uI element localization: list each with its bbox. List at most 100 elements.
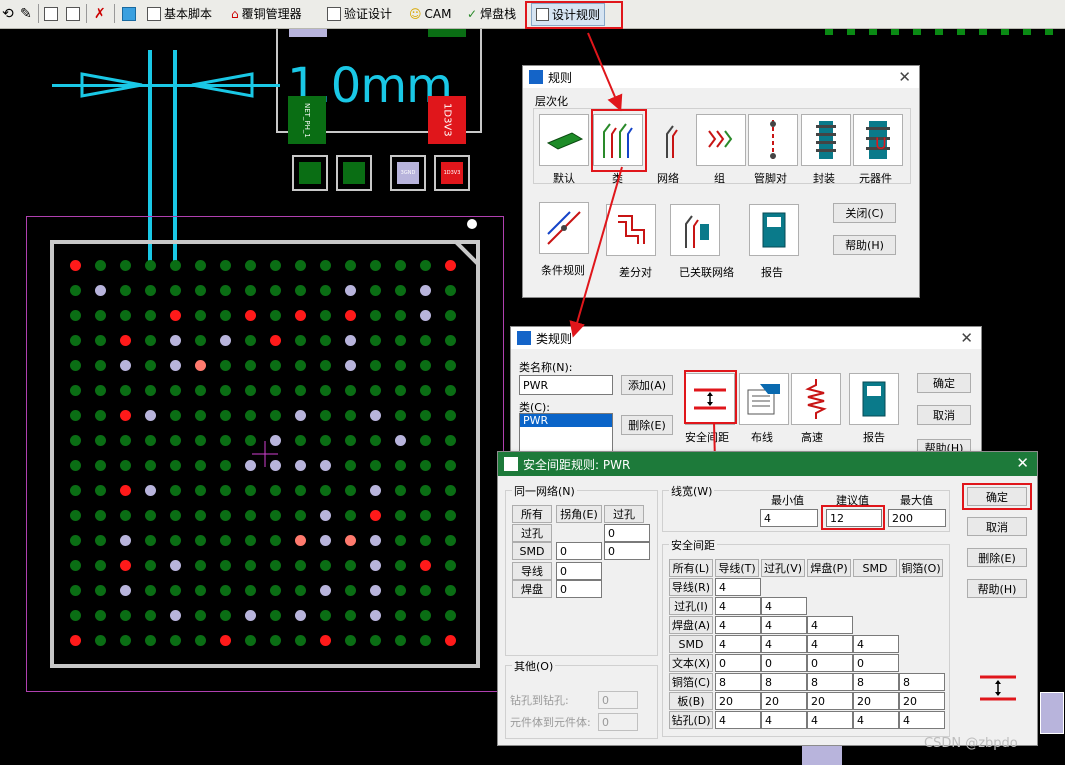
diff-pair-icon[interactable] (606, 204, 656, 256)
close-button[interactable]: 关闭(C) (833, 203, 896, 223)
clearance-row-header[interactable]: 铜箔(C) (669, 673, 713, 691)
clearance-cell[interactable]: 8 (899, 673, 945, 691)
max-width-input[interactable]: 200 (888, 509, 946, 527)
class-list-item[interactable]: PWR (520, 414, 612, 427)
pad-stack-button[interactable]: ✓ 焊盘栈 (467, 3, 516, 24)
pour-manager-button[interactable]: ⌂ 覆铜管理器 (231, 3, 302, 24)
high-speed-icon[interactable] (791, 373, 841, 425)
via-header[interactable]: 过孔 (604, 505, 644, 523)
add-button[interactable]: 添加(A) (621, 375, 673, 395)
ok-button[interactable]: 确定 (917, 373, 971, 393)
verify-design-button[interactable]: 验证设计 (327, 3, 392, 24)
pointer-tool-icon[interactable]: ⟲ (2, 3, 14, 24)
cam-button[interactable]: ☺ CAM (409, 3, 451, 24)
class-list[interactable]: PWR (519, 413, 613, 455)
same-net-pad-corner[interactable]: 0 (556, 580, 602, 598)
default-rule-icon[interactable] (539, 114, 589, 166)
bga-pad (370, 460, 381, 471)
same-net-row-trace[interactable]: 导线 (512, 562, 552, 580)
clearance-cell[interactable]: 8 (715, 673, 761, 691)
group-rule-icon[interactable] (696, 114, 746, 166)
cancel-button[interactable]: 取消 (917, 405, 971, 425)
close-icon[interactable]: ✕ (898, 68, 911, 86)
class-name-input[interactable]: PWR (519, 375, 613, 395)
clearance-cell[interactable]: 20 (853, 692, 899, 710)
clearance-row-header[interactable]: 焊盘(A) (669, 616, 713, 634)
help-button[interactable]: 帮助(H) (833, 235, 896, 255)
clearance-cell[interactable]: 4 (761, 597, 807, 615)
corner-header[interactable]: 拐角(E) (556, 505, 602, 523)
clearance-cell[interactable]: 8 (761, 673, 807, 691)
decal-rule-icon[interactable] (801, 114, 851, 166)
same-net-via-via[interactable]: 0 (604, 524, 650, 542)
clearance-cell[interactable]: 20 (899, 692, 945, 710)
routing-icon[interactable] (739, 373, 789, 425)
same-net-smd-via[interactable]: 0 (604, 542, 650, 560)
clearance-cell[interactable]: 4 (761, 635, 807, 653)
clearance-cell[interactable]: 0 (807, 654, 853, 672)
clearance-cell[interactable]: 4 (715, 711, 761, 729)
pin-pair-icon[interactable] (748, 114, 798, 166)
clearance-cell[interactable]: 0 (761, 654, 807, 672)
clearance-row-header[interactable]: SMD (669, 635, 713, 653)
clearance-row-header[interactable]: 过孔(I) (669, 597, 713, 615)
clearance-col-header[interactable]: 过孔(V) (761, 559, 805, 577)
clearance-row-header[interactable]: 钻孔(D) (669, 711, 713, 729)
min-width-input[interactable]: 4 (760, 509, 818, 527)
net-rule-icon[interactable] (645, 114, 695, 166)
zoom-tool-icon[interactable] (44, 3, 58, 24)
report-icon[interactable] (749, 204, 799, 256)
clearance-cell[interactable]: 4 (807, 711, 853, 729)
body-to-body-input[interactable]: 0 (598, 713, 638, 731)
clearance-cell[interactable]: 4 (807, 635, 853, 653)
watermark: CSDN @zbpdo (924, 736, 1018, 751)
clearance-cell[interactable]: 0 (853, 654, 899, 672)
clearance-row-header[interactable]: 文本(X) (669, 654, 713, 672)
close-icon[interactable]: ✕ (1016, 454, 1029, 472)
clearance-col-header[interactable]: 铜箔(O) (899, 559, 943, 577)
basic-script-button[interactable]: 基本脚本 (147, 3, 212, 24)
clearance-cell[interactable]: 4 (715, 616, 761, 634)
close-icon[interactable]: ✕ (960, 329, 973, 347)
clearance-col-header[interactable]: 焊盘(P) (807, 559, 851, 577)
clearance-cell[interactable]: 20 (807, 692, 853, 710)
same-net-smd-corner[interactable]: 0 (556, 542, 602, 560)
clearance-cell[interactable]: 20 (761, 692, 807, 710)
same-net-row-pad[interactable]: 焊盘 (512, 580, 552, 598)
script-icon[interactable] (122, 3, 136, 24)
cancel-button[interactable]: 取消 (967, 517, 1027, 536)
clearance-cell[interactable]: 4 (715, 635, 761, 653)
clearance-cell[interactable]: 8 (807, 673, 853, 691)
associated-net-icon[interactable] (670, 204, 720, 256)
clearance-cell[interactable]: 4 (853, 711, 899, 729)
clearance-cell[interactable]: 4 (715, 597, 761, 615)
conditional-rule-icon[interactable] (539, 202, 589, 254)
brush-tool-icon[interactable]: ✎ (20, 3, 32, 24)
clearance-col-header[interactable]: 所有(L) (669, 559, 713, 577)
clearance-cell[interactable]: 4 (715, 578, 761, 596)
tool-icon[interactable]: ✗ (94, 3, 106, 24)
same-net-trace-corner[interactable]: 0 (556, 562, 602, 580)
clearance-cell[interactable]: 20 (715, 692, 761, 710)
delete-button[interactable]: 删除(E) (967, 548, 1027, 567)
clearance-cell[interactable]: 4 (807, 616, 853, 634)
clearance-cell[interactable]: 4 (761, 616, 807, 634)
clearance-col-header[interactable]: SMD (853, 559, 897, 577)
clearance-cell[interactable]: 8 (853, 673, 899, 691)
component-rule-icon[interactable]: U (853, 114, 903, 166)
same-net-row-smd[interactable]: SMD (512, 542, 552, 560)
same-net-row-via[interactable]: 过孔 (512, 524, 552, 542)
clearance-cell[interactable]: 0 (715, 654, 761, 672)
drill-to-drill-input[interactable]: 0 (598, 691, 638, 709)
delete-button[interactable]: 删除(E) (621, 415, 673, 435)
same-net-all-button[interactable]: 所有 (512, 505, 552, 523)
clearance-cell[interactable]: 4 (761, 711, 807, 729)
clearance-col-header[interactable]: 导线(T) (715, 559, 759, 577)
clearance-cell[interactable]: 4 (853, 635, 899, 653)
view-tool-icon[interactable] (66, 3, 80, 24)
help-button[interactable]: 帮助(H) (967, 579, 1027, 598)
clearance-cell[interactable]: 4 (899, 711, 945, 729)
clearance-row-header[interactable]: 导线(R) (669, 578, 713, 596)
report-icon[interactable] (849, 373, 899, 425)
clearance-row-header[interactable]: 板(B) (669, 692, 713, 710)
